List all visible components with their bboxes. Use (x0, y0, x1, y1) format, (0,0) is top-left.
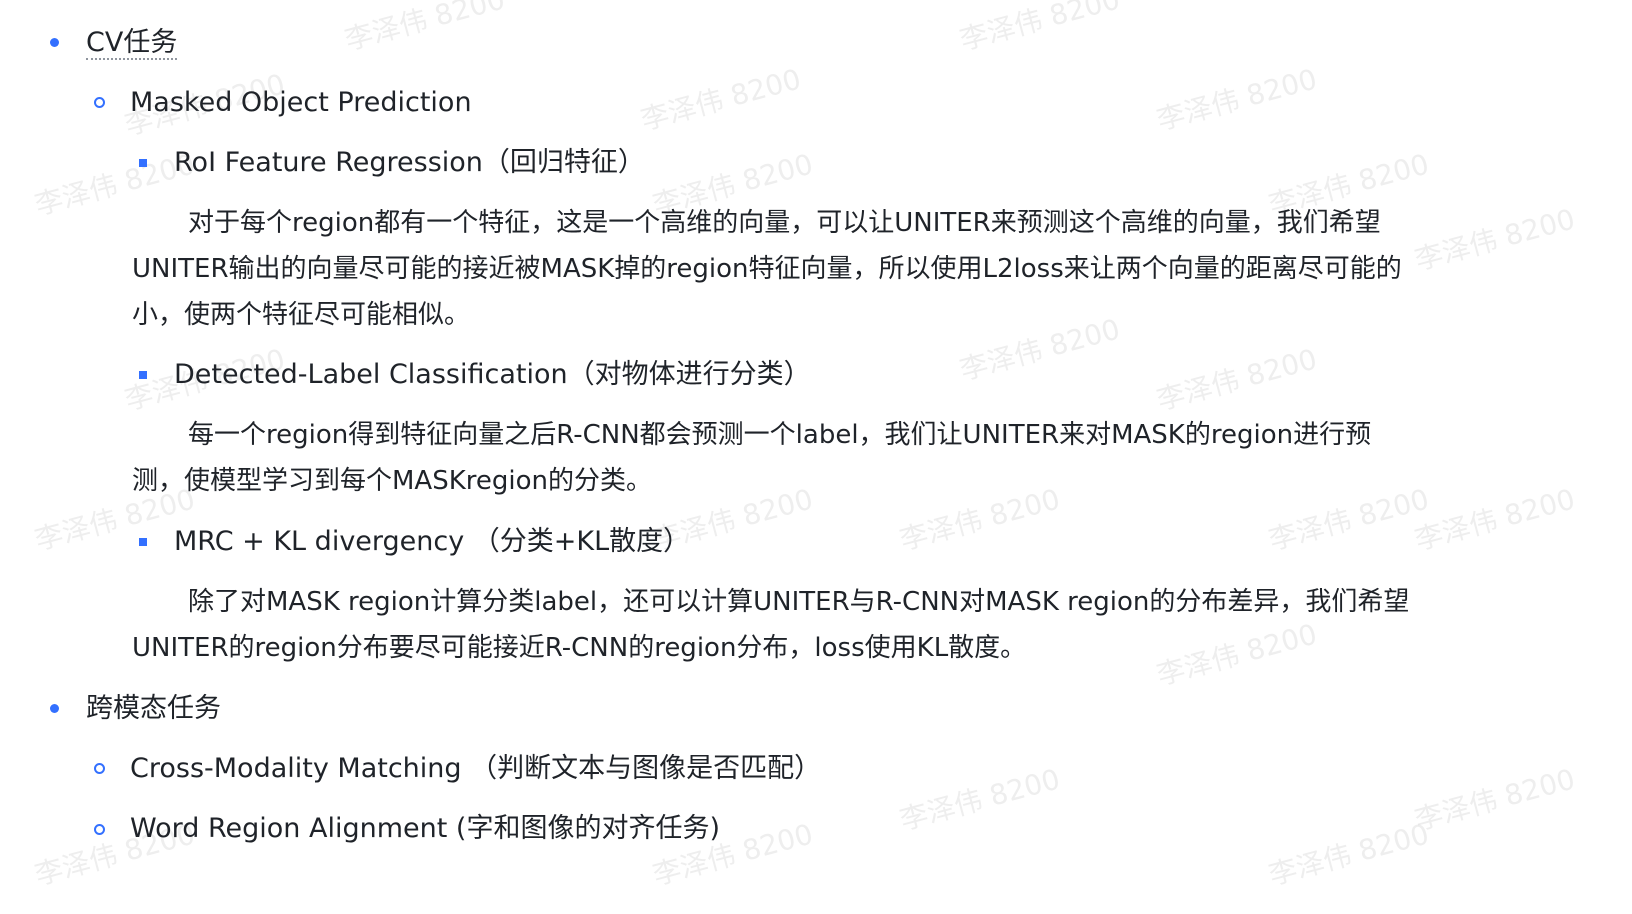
list-item-roi-feature-regression: RoI Feature Regression（回归特征） (174, 147, 645, 178)
section-title-text: CV任务 (86, 27, 178, 60)
list-item-word-region-alignment: Word Region Alignment (字和图像的对齐任务) (130, 813, 720, 844)
bullet-dot-icon (50, 38, 59, 47)
list-item-detected-label-classification: Detected-Label Classification（对物体进行分类） (174, 359, 811, 390)
bullet-dot-icon (50, 704, 59, 713)
list-item-cross-modality-matching: Cross-Modality Matching （判断文本与图像是否匹配） (130, 753, 822, 784)
bullet-square-icon (139, 159, 147, 167)
document-body: CV任务 Masked Object Prediction RoI Featur… (0, 0, 1632, 914)
paragraph-line: UNITER输出的向量尽可能的接近被MASK掉的region特征向量，所以使用L… (132, 254, 1402, 284)
list-item-mrc-kl-divergency: MRC + KL divergency （分类+KL散度） (174, 526, 691, 557)
paragraph-mrc-kl-divergency: 除了对MASK region计算分类label，还可以计算UNITER与R-CN… (132, 579, 1512, 671)
bullet-circle-icon (94, 97, 105, 108)
paragraph-line: 每一个region得到特征向量之后R-CNN都会预测一个label，我们让UNI… (188, 420, 1372, 450)
paragraph-detected-label-classification: 每一个region得到特征向量之后R-CNN都会预测一个label，我们让UNI… (132, 412, 1512, 504)
paragraph-line: UNITER的region分布要尽可能接近R-CNN的region分布，loss… (132, 633, 1027, 663)
paragraph-roi-feature-regression: 对于每个region都有一个特征，这是一个高维的向量，可以让UNITER来预测这… (132, 200, 1512, 338)
paragraph-line: 对于每个region都有一个特征，这是一个高维的向量，可以让UNITER来预测这… (188, 208, 1381, 238)
bullet-square-icon (139, 538, 147, 546)
list-item-masked-object-prediction: Masked Object Prediction (130, 87, 472, 118)
section-title-cv: CV任务 (86, 26, 178, 60)
paragraph-line: 测，使模型学习到每个MASKregion的分类。 (132, 466, 653, 496)
bullet-circle-icon (94, 763, 105, 774)
bullet-square-icon (139, 371, 147, 379)
bullet-circle-icon (94, 824, 105, 835)
paragraph-line: 除了对MASK region计算分类label，还可以计算UNITER与R-CN… (188, 587, 1410, 617)
paragraph-line: 小，使两个特征尽可能相似。 (132, 300, 471, 330)
section-title-cross-modal: 跨模态任务 (86, 693, 221, 724)
